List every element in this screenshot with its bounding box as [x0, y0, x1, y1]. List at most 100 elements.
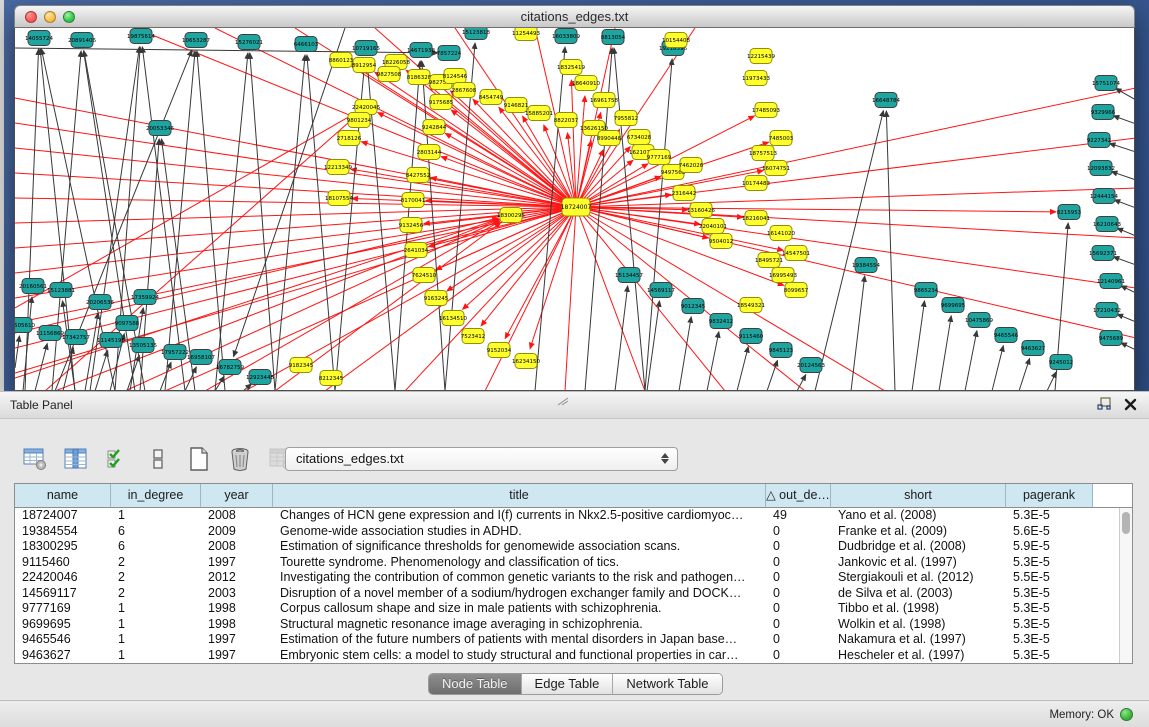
table-cell[interactable]: Jankovic et al. (1997) — [831, 555, 1006, 571]
graph-node[interactable]: 9801234 — [347, 113, 372, 128]
delete-columns-icon[interactable] — [225, 444, 255, 474]
table-cell[interactable]: 0 — [766, 632, 831, 648]
splitter-grip[interactable] — [556, 393, 570, 411]
table-cell[interactable]: 1 — [111, 617, 201, 633]
graph-node[interactable]: 2718126 — [337, 131, 362, 146]
graph-node[interactable]: 9012345 — [681, 299, 706, 314]
graph-node[interactable]: 12213349 — [324, 160, 352, 175]
table-cell[interactable]: de Silva et al. (2003) — [831, 586, 1006, 602]
tab-network-table[interactable]: Network Table — [613, 674, 721, 694]
table-cell[interactable]: 9115460 — [15, 555, 111, 571]
column-header-out_de[interactable]: △ out_de… — [766, 484, 831, 508]
table-cell[interactable]: 18724007 — [15, 508, 111, 524]
graph-node[interactable]: 15134457 — [615, 268, 643, 283]
table-cell[interactable]: 2008 — [201, 508, 273, 524]
graph-node[interactable]: 8813054 — [601, 30, 626, 45]
graph-node[interactable]: 9163245 — [424, 291, 449, 306]
table-cell[interactable]: 14569117 — [15, 586, 111, 602]
graph-node[interactable]: 16033809 — [552, 29, 580, 44]
graph-node[interactable]: 9465546 — [994, 328, 1019, 343]
graph-node[interactable]: 9152034 — [487, 343, 512, 358]
graph-node[interactable]: 15751074 — [1092, 76, 1120, 91]
table-cell[interactable]: Tibbo et al. (1998) — [831, 601, 1006, 617]
scrollbar-thumb[interactable] — [1122, 512, 1130, 534]
graph-node[interactable]: 18757513 — [749, 146, 777, 161]
graph-node[interactable]: 15276021 — [235, 35, 263, 50]
graph-node[interactable]: 12923448 — [246, 370, 274, 385]
table-cell[interactable]: 9777169 — [15, 601, 111, 617]
table-cell[interactable]: 2 — [111, 555, 201, 571]
table-cell[interactable]: Structural magnetic resonance image aver… — [273, 617, 766, 633]
graph-node[interactable]: 8170041 — [401, 193, 426, 208]
table-selector-dropdown[interactable]: citations_edges.txt — [285, 447, 678, 471]
zoom-window-button[interactable] — [63, 11, 75, 23]
graph-node[interactable]: 9475689 — [1099, 331, 1124, 346]
graph-node[interactable]: 7523412 — [461, 329, 486, 344]
graph-node[interactable]: 16958107 — [187, 350, 215, 365]
graph-node[interactable]: 12093832 — [1087, 161, 1115, 176]
table-cell[interactable]: Franke et al. (2009) — [831, 524, 1006, 540]
table-cell[interactable]: Embryonic stem cells: a model to study s… — [273, 648, 766, 664]
graph-node[interactable]: 12215439 — [747, 49, 775, 64]
table-cell[interactable]: 0 — [766, 617, 831, 633]
table-vertical-scrollbar[interactable] — [1119, 508, 1132, 663]
graph-node[interactable]: 7462026 — [679, 158, 704, 173]
graph-node[interactable]: 18640910 — [572, 76, 600, 91]
column-edit-icon[interactable] — [61, 444, 91, 474]
tab-edge-table[interactable]: Edge Table — [522, 674, 614, 694]
graph-node[interactable]: 16074751 — [762, 161, 790, 176]
table-cell[interactable]: Hescheler et al. (1997) — [831, 648, 1006, 664]
graph-node[interactable]: 18724007 — [561, 198, 592, 216]
table-cell[interactable]: 1 — [111, 508, 201, 524]
table-cell[interactable]: 5.3E-5 — [1006, 632, 1093, 648]
table-cell[interactable]: 5.5E-5 — [1006, 570, 1093, 586]
table-cell[interactable]: Stergiakouli et al. (2012) — [831, 570, 1006, 586]
graph-node[interactable]: 9865234 — [914, 283, 939, 298]
graph-node[interactable]: 9329966 — [1091, 105, 1116, 120]
graph-node[interactable]: 16648784 — [872, 93, 900, 108]
table-cell[interactable]: 5.3E-5 — [1006, 555, 1093, 571]
graph-node[interactable]: 8099657 — [784, 283, 809, 298]
graph-node[interactable]: 9504012 — [709, 234, 734, 249]
graph-node[interactable]: 14547501 — [782, 246, 810, 261]
graph-node[interactable]: 2641034 — [404, 243, 429, 258]
graph-node[interactable]: 20124563 — [797, 358, 825, 373]
table-cell[interactable]: Yano et al. (2008) — [831, 508, 1006, 524]
table-cell[interactable]: Changes of HCN gene expression and I(f) … — [273, 508, 766, 524]
table-cell[interactable]: 0 — [766, 601, 831, 617]
unselect-rows-icon[interactable] — [143, 444, 173, 474]
graph-node[interactable]: 12444154 — [1090, 189, 1118, 204]
table-cell[interactable]: Disruption of a novel member of a sodium… — [273, 586, 766, 602]
graph-node[interactable]: 10174483 — [742, 176, 770, 191]
graph-node[interactable]: 15123818 — [462, 28, 490, 40]
graph-node[interactable]: 7955812 — [614, 111, 639, 126]
graph-node[interactable]: 18300295 — [497, 208, 525, 223]
table-cell[interactable]: 2 — [111, 570, 201, 586]
table-cell[interactable]: 1998 — [201, 601, 273, 617]
graph-node[interactable]: 17210432 — [1093, 303, 1121, 318]
table-row[interactable]: 1456911722003Disruption of a novel membe… — [15, 586, 1119, 602]
table-cell[interactable]: 5.3E-5 — [1006, 508, 1093, 524]
graph-node[interactable]: 9832412 — [709, 314, 734, 329]
table-cell[interactable]: 5.6E-5 — [1006, 524, 1093, 540]
graph-node[interactable]: 20206536 — [86, 295, 114, 310]
graph-node[interactable]: 20160561 — [19, 279, 47, 294]
graph-node[interactable]: 13160426 — [687, 203, 715, 218]
column-header-name[interactable]: name — [15, 484, 111, 508]
graph-node[interactable]: 18325419 — [557, 60, 585, 75]
table-cell[interactable]: Investigating the contribution of common… — [273, 570, 766, 586]
table-cell[interactable]: 2012 — [201, 570, 273, 586]
graph-node[interactable]: 8822037 — [554, 113, 579, 128]
column-header-title[interactable]: title — [273, 484, 766, 508]
graph-node[interactable]: 8912954 — [352, 58, 377, 73]
graph-node[interactable]: 9245012 — [1049, 355, 1074, 370]
table-cell[interactable]: 6 — [111, 524, 201, 540]
graph-node[interactable]: 8454749 — [479, 90, 504, 105]
graph-node[interactable]: 6734028 — [627, 130, 652, 145]
graph-node[interactable]: 19875614 — [127, 29, 155, 44]
table-cell[interactable]: 1998 — [201, 617, 273, 633]
graph-node[interactable]: 6466103 — [294, 37, 319, 52]
graph-node[interactable]: 14055724 — [25, 31, 53, 46]
graph-node[interactable]: 2316442 — [672, 186, 697, 201]
graph-node[interactable]: 20891406 — [68, 33, 96, 48]
